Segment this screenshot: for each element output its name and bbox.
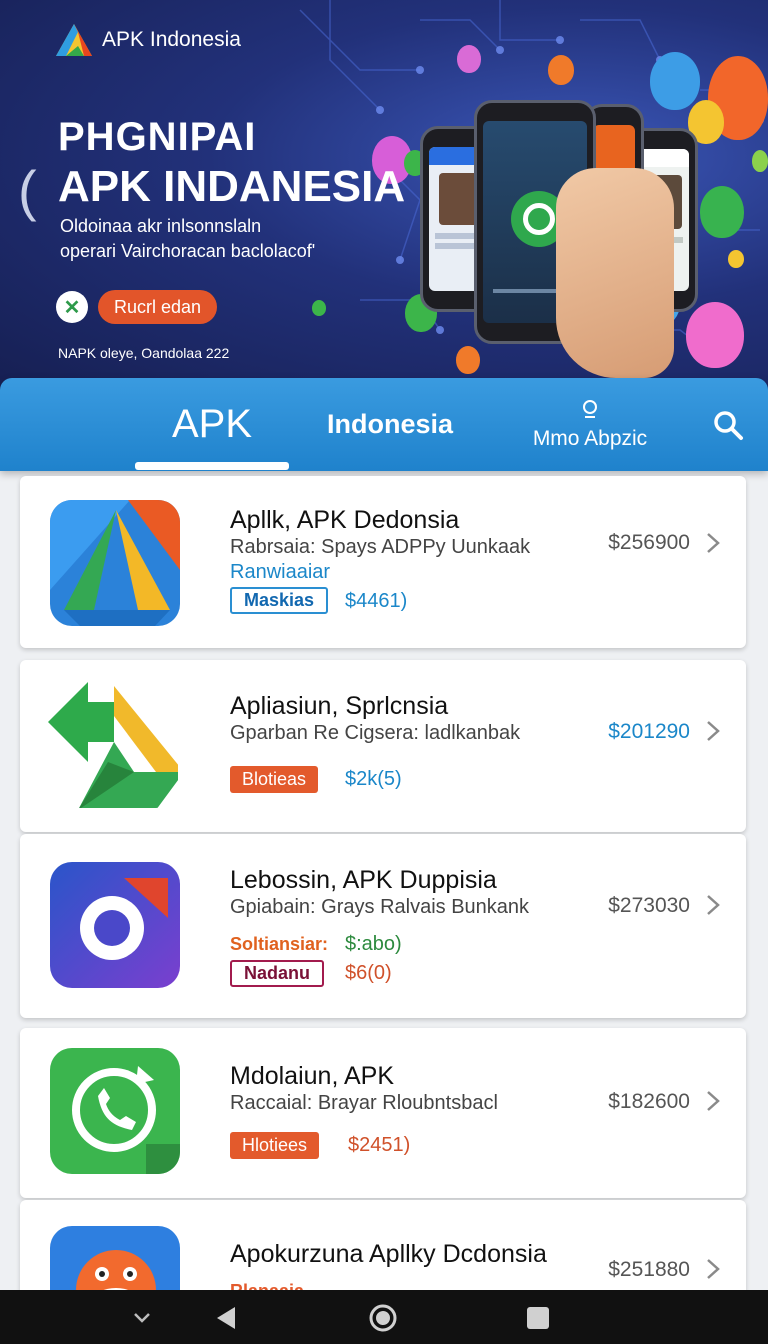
close-icon[interactable]: ✕ xyxy=(56,291,88,323)
hero-subtitle-line1: Oldoinaa akr inlsonnslaln xyxy=(60,216,262,236)
app-tag-price: $2k(5) xyxy=(345,768,402,790)
chevron-right-icon[interactable] xyxy=(706,1090,720,1112)
app-price: $273030 xyxy=(608,894,690,917)
nav-back-button[interactable] xyxy=(210,1302,242,1334)
decorative-bracket: ( xyxy=(18,159,37,222)
hand-illustration xyxy=(556,168,674,378)
balloon xyxy=(752,150,768,172)
app-card[interactable]: Apliasiun, Sprlcnsia Gparban Re Cigsera:… xyxy=(20,660,746,832)
app-description: Gparban Re Cigsera: ladlkanbak xyxy=(230,722,521,744)
home-circle-icon xyxy=(369,1304,397,1332)
app-subtitle: Ranwiaaiar xyxy=(230,561,331,583)
nav-home-button[interactable] xyxy=(367,1302,399,1334)
balloon xyxy=(312,300,326,316)
app-tag: Blotieas xyxy=(230,766,319,793)
app-title: Apllk, APK Dedonsia xyxy=(230,506,460,534)
hero-subtitle-line2: operari Vairchoracan baclolacof' xyxy=(60,241,316,261)
brand-name: APK Indonesia xyxy=(102,28,241,51)
chevron-right-icon[interactable] xyxy=(706,894,720,916)
app-card[interactable]: Mdolaiun, APK Raccaial: Brayar Rloubntsb… xyxy=(20,1028,746,1198)
app-tag: Soltiansiar: xyxy=(230,934,329,954)
hero-title: PHGNIPAI APK INDANESIA xyxy=(58,112,405,212)
chevron-right-icon[interactable] xyxy=(706,1258,720,1280)
app-tag-price: $4461) xyxy=(345,590,408,612)
balloon xyxy=(548,55,574,85)
location-pin-icon xyxy=(583,399,597,418)
hero-title-line2: APK INDANESIA xyxy=(58,162,406,211)
app-tag-price: $2451) xyxy=(348,1134,411,1156)
app-description: Gpiabain: Grays Ralvais Bunkank xyxy=(230,896,530,918)
app-tag: Maskias xyxy=(230,587,329,614)
recents-square-icon xyxy=(527,1307,549,1329)
balloon xyxy=(457,45,481,73)
tab-apk[interactable]: APK xyxy=(135,378,289,471)
balloon xyxy=(686,302,744,368)
app-icon-whatsapp xyxy=(50,1048,180,1174)
search-button[interactable] xyxy=(700,378,756,471)
balloon xyxy=(728,250,744,268)
chevron-right-icon[interactable] xyxy=(706,532,720,554)
hero-actions: ✕ Rucrl edan xyxy=(56,290,218,324)
app-screen: APK Indonesia ( PHGNIPAI APK INDANESIA O… xyxy=(0,0,768,1344)
nav-collapse-button[interactable] xyxy=(126,1302,158,1334)
app-price: $201290 xyxy=(608,720,690,743)
app-card[interactable]: Apllk, APK Dedonsia Rabrsaia: Spays ADPP… xyxy=(20,476,746,648)
app-price: $251880 xyxy=(608,1258,690,1281)
app-icon-triangle xyxy=(50,500,180,626)
app-title: Mdolaiun, APK xyxy=(230,1062,394,1090)
search-icon xyxy=(714,410,743,440)
balloon xyxy=(650,52,700,110)
balloon xyxy=(456,346,480,374)
hero-subtitle: Oldoinaa akr inlsonnslaln operari Vairch… xyxy=(60,214,315,264)
tab-more-label: Mmo Abpzic xyxy=(532,426,648,450)
app-tag: Nadanu xyxy=(230,960,325,987)
tab-bar: APK Indonesia Mmo Abpzic xyxy=(0,378,768,471)
back-triangle-icon xyxy=(217,1307,235,1329)
hero-footer-text: NAPK oleye, Oandolaa 222 xyxy=(58,345,230,361)
tab-more[interactable]: Mmo Abpzic xyxy=(520,378,660,471)
chevron-down-icon xyxy=(134,1313,150,1323)
active-tab-indicator xyxy=(135,462,289,470)
app-icon-camera xyxy=(50,862,180,988)
hero-cta-button[interactable]: Rucrl edan xyxy=(98,290,218,324)
app-icon-arrow xyxy=(48,682,178,808)
chevron-right-icon[interactable] xyxy=(706,720,720,742)
app-tag-price: $:abo) xyxy=(345,933,402,955)
hero-banner[interactable]: APK Indonesia ( PHGNIPAI APK INDANESIA O… xyxy=(0,0,768,392)
tab-indonesia[interactable]: Indonesia xyxy=(310,378,470,471)
hero-title-line1: PHGNIPAI xyxy=(58,115,257,159)
app-card[interactable]: Lebossin, APK Duppisia Gpiabain: Grays R… xyxy=(20,834,746,1018)
app-description: Rabrsaia: Spays ADPPy Uunkaak xyxy=(230,536,531,558)
app-title: Apokurzuna Apllky Dcdonsia xyxy=(230,1240,547,1268)
app-tag-price: $6(0) xyxy=(345,962,392,984)
app-price: $256900 xyxy=(608,531,690,554)
system-nav-bar xyxy=(0,1290,768,1344)
apk-logo-icon xyxy=(56,24,92,56)
app-title: Apliasiun, Sprlcnsia xyxy=(230,692,449,720)
brand[interactable]: APK Indonesia xyxy=(54,22,241,58)
app-price: $182600 xyxy=(608,1090,690,1113)
nav-recents-button[interactable] xyxy=(522,1302,554,1334)
app-description: Raccaial: Brayar Rloubntsbacl xyxy=(230,1092,498,1114)
balloon xyxy=(700,186,744,238)
app-title: Lebossin, APK Duppisia xyxy=(230,866,497,894)
app-tag: Hlotiees xyxy=(230,1132,320,1159)
